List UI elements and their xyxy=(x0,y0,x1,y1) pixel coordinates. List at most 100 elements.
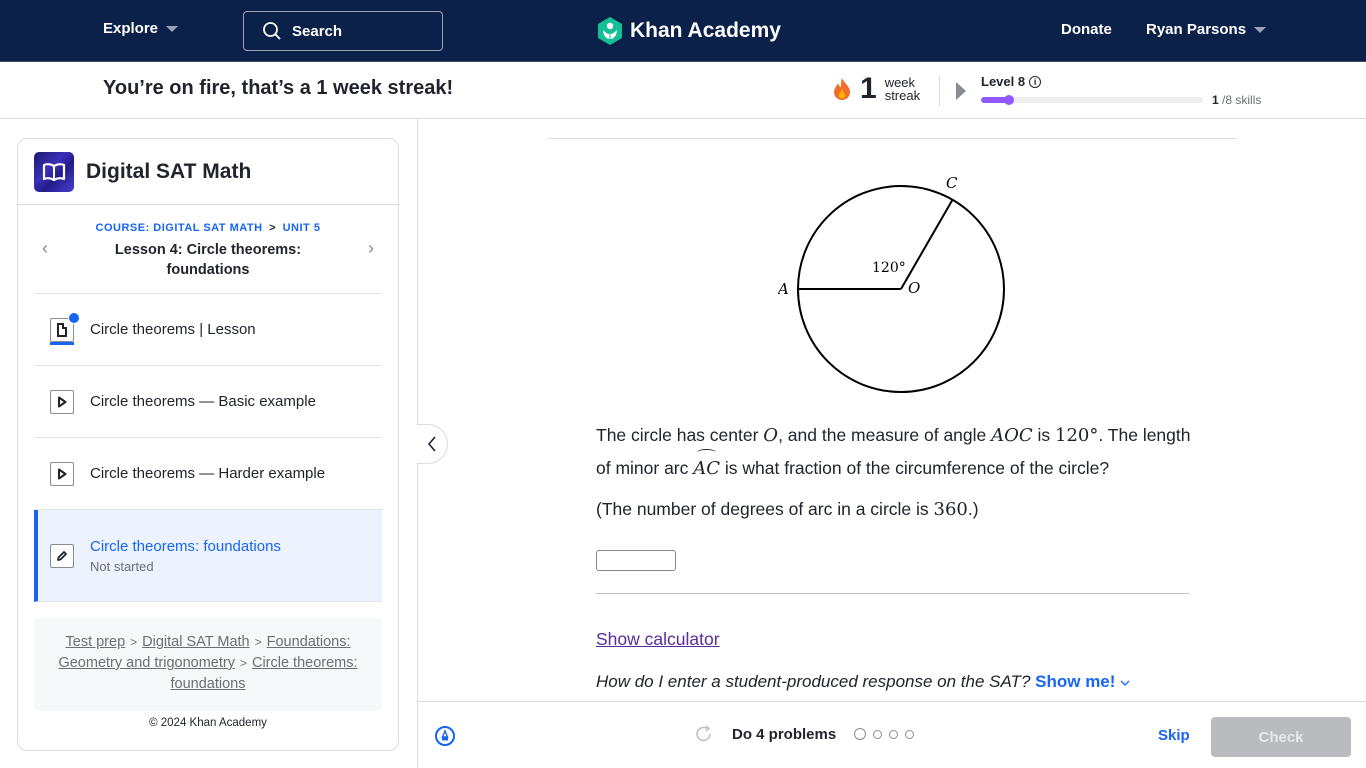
collapse-sidebar-button[interactable] xyxy=(417,424,448,464)
streak-bar: You’re on fire, that’s a 1 week streak! … xyxy=(0,62,1366,119)
topic-breadcrumb: Test prep > Digital SAT Math > Foundations: … xyxy=(34,618,382,711)
lesson-item-article[interactable]: Circle theorems | Lesson xyxy=(34,294,382,366)
angle-label: 120° xyxy=(872,260,906,276)
skills-total: /8 skills xyxy=(1222,93,1262,107)
logo-text: Khan Academy xyxy=(630,19,781,42)
skills-done: 1 xyxy=(1212,93,1219,107)
lesson-item-exercise-active[interactable]: Circle theorems: foundations Not started xyxy=(34,510,382,602)
book-icon xyxy=(42,162,66,181)
lesson-sidebar: Digital SAT Math ‹ COURSE: DIGITAL SAT M… xyxy=(17,138,399,751)
question-text: The circle has center O, and the measure… xyxy=(596,419,1196,485)
item-label: Circle theorems — Basic example xyxy=(90,393,316,410)
circle-figure: A C O 120° xyxy=(778,174,1005,393)
level-progress-knob xyxy=(1003,95,1014,105)
user-menu-button[interactable]: Ryan Parsons xyxy=(1146,21,1267,38)
info-icon[interactable]: i xyxy=(1029,75,1042,88)
show-me-button[interactable]: Show me! xyxy=(1035,672,1130,691)
crumb-unit-link[interactable]: UNIT 5 xyxy=(283,222,321,234)
crumb-separator: > xyxy=(269,222,277,234)
question-fragment: is what fraction of the circumference of… xyxy=(720,458,1110,478)
item-label: Circle theorems: foundations xyxy=(90,537,281,555)
flame-icon xyxy=(834,78,850,100)
radius-oc xyxy=(900,199,954,290)
level-text: Level 8 xyxy=(981,74,1026,89)
problem-dot xyxy=(889,729,899,739)
lesson-items-list: Circle theorems | Lesson Circle theorems… xyxy=(34,294,382,602)
video-icon xyxy=(50,461,74,486)
math-angle-value: 120° xyxy=(1055,425,1099,446)
course-icon xyxy=(34,151,74,192)
search-placeholder: Search xyxy=(292,22,343,40)
level-progress-bar xyxy=(981,95,1203,105)
answer-input[interactable] xyxy=(596,550,676,571)
streak-message: You’re on fire, that’s a 1 week streak! xyxy=(103,77,454,99)
problem-dot xyxy=(854,728,867,740)
problem-dot xyxy=(873,729,883,739)
level-progress-fill xyxy=(981,95,1014,105)
accessibility-icon[interactable] xyxy=(435,726,455,746)
note-fragment: (The number of degrees of arc in a circl… xyxy=(596,499,934,519)
chevron-left-icon xyxy=(427,436,436,452)
breadcrumb-link[interactable]: Test prep xyxy=(66,634,126,650)
lesson-item-video[interactable]: Circle theorems — Basic example xyxy=(34,366,382,438)
chevron-down-icon xyxy=(1254,26,1267,33)
divider xyxy=(596,593,1189,594)
divider xyxy=(548,138,1237,139)
expand-arrow-icon[interactable] xyxy=(956,82,966,100)
copyright: © 2024 Khan Academy xyxy=(149,717,267,729)
divider xyxy=(939,76,940,106)
previous-lesson-button[interactable]: ‹ xyxy=(38,239,52,257)
top-navigation: Explore Search Khan Academy Donate Ryan … xyxy=(0,0,1366,62)
show-calculator-link[interactable]: Show calculator xyxy=(596,629,720,650)
math-360: 360 xyxy=(933,499,968,520)
question-fragment: is xyxy=(1032,425,1056,445)
question-fragment: The circle has center xyxy=(596,425,764,445)
item-status: Not started xyxy=(90,558,154,574)
streak-unit: week streak xyxy=(885,76,920,102)
search-icon xyxy=(263,22,281,40)
note-fragment: .) xyxy=(967,499,979,519)
skills-count: 1 /8 skills xyxy=(1212,93,1261,107)
streak-number: 1 xyxy=(860,72,877,105)
search-input[interactable]: Search xyxy=(243,11,443,51)
user-name: Ryan Parsons xyxy=(1146,21,1247,38)
question-fragment: , and the measure of angle xyxy=(778,425,992,445)
label-c: C xyxy=(946,174,958,192)
pencil-icon xyxy=(50,543,74,568)
help-question: How do I enter a student-produced respon… xyxy=(596,672,1031,691)
breadcrumb-link[interactable]: Digital SAT Math xyxy=(142,634,249,650)
completed-underline xyxy=(50,341,74,345)
check-button[interactable]: Check xyxy=(1211,717,1351,757)
streak-counter: 1 week streak xyxy=(832,74,920,104)
breadcrumb-separator: > xyxy=(130,635,138,649)
level-label: Level 8 i xyxy=(981,74,1042,89)
video-icon xyxy=(50,389,74,414)
item-label: Circle theorems | Lesson xyxy=(90,321,256,338)
breadcrumb-separator: > xyxy=(254,635,262,649)
crumb-course-link[interactable]: COURSE: DIGITAL SAT MATH xyxy=(96,222,263,234)
streak-unit-streak: streak xyxy=(884,88,921,103)
sat-help-text: How do I enter a student-produced respon… xyxy=(596,672,1130,692)
task-label: Do 4 problems xyxy=(732,725,837,743)
lesson-item-video[interactable]: Circle theorems — Harder example xyxy=(34,438,382,510)
chevron-down-icon xyxy=(1120,680,1130,686)
label-o: O xyxy=(908,279,920,297)
article-icon xyxy=(50,311,80,345)
completed-check-icon xyxy=(68,311,80,324)
donate-link[interactable]: Donate xyxy=(1061,21,1112,38)
problem-dots xyxy=(854,728,915,740)
show-me-label: Show me! xyxy=(1035,672,1116,691)
skip-button[interactable]: Skip xyxy=(1158,727,1190,744)
exercise-area: A C O 120° The circle has center O, and … xyxy=(417,119,1366,701)
chevron-down-icon xyxy=(166,25,179,32)
item-label: Circle theorems — Harder example xyxy=(90,465,326,482)
explore-menu-button[interactable]: Explore xyxy=(103,20,179,37)
khan-logo-icon xyxy=(598,17,622,45)
task-progress: Do 4 problems xyxy=(694,724,915,744)
math-arc-ac: AC xyxy=(693,449,720,485)
next-lesson-button[interactable]: › xyxy=(364,239,378,257)
breadcrumb-separator: > xyxy=(239,656,247,670)
khan-academy-logo[interactable]: Khan Academy xyxy=(596,16,781,46)
course-header[interactable]: Digital SAT Math xyxy=(18,139,398,205)
question-note: (The number of degrees of arc in a circl… xyxy=(596,499,979,520)
